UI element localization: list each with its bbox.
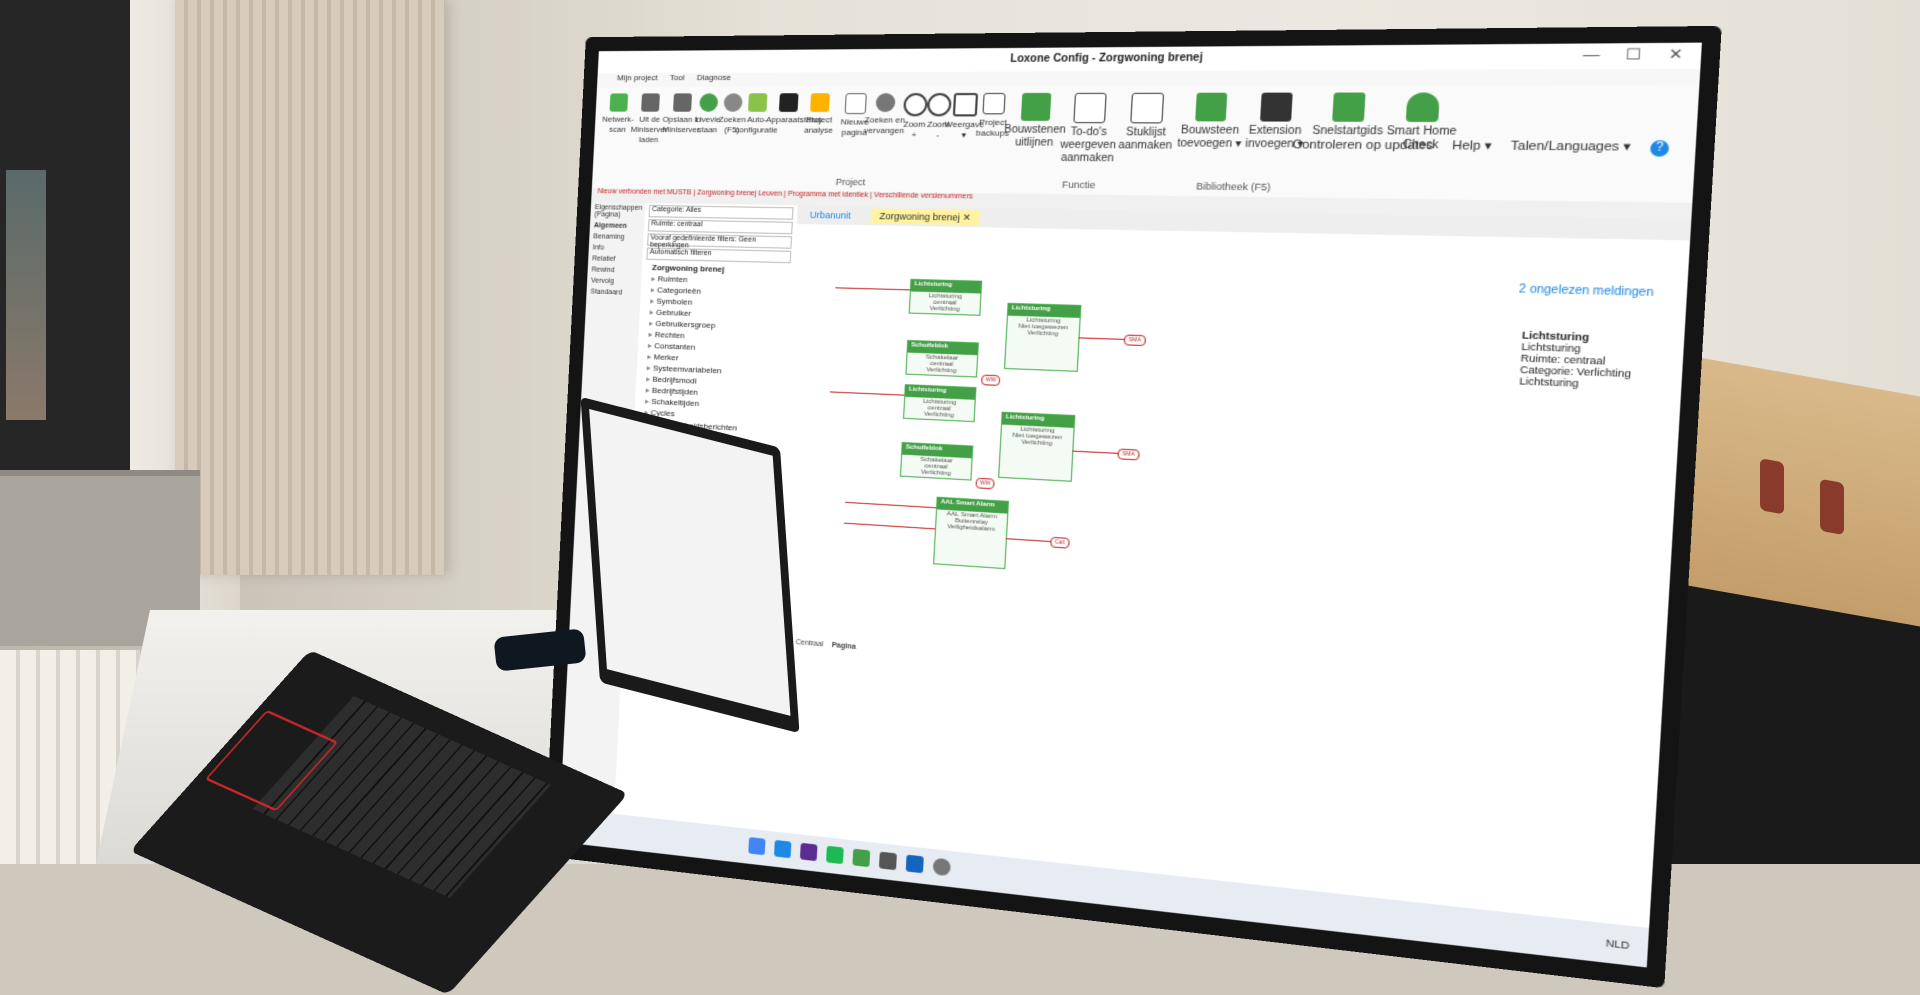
house-check-icon [1406,92,1440,122]
block-properties: Lichtsturing Lichtsturing Ruimte: centra… [1519,329,1666,392]
categorie-field[interactable]: Categorie: Alles [649,205,794,220]
help-icon[interactable]: ? [1650,140,1670,157]
help-menu[interactable]: Help ▾ [1452,139,1492,153]
project-tree: Zorgwoning brenej Ruimten Categorieën Sy… [634,262,795,436]
notification-item[interactable]: Verschillende versienummers [874,192,973,201]
menu-mijn-project[interactable]: Mijn project [617,73,658,82]
laptop-screen [580,397,799,734]
menu-tool[interactable]: Tool [669,73,684,82]
system-tray: NLD [1605,937,1629,951]
network-icon [610,93,629,111]
group-functie: Functie [1062,179,1096,190]
maximize-button[interactable]: ☐ [1613,45,1654,66]
minimize-button[interactable]: — [1571,46,1611,67]
block-icon [1195,93,1227,122]
wire [1078,337,1124,340]
teams-icon[interactable] [800,843,818,861]
auto-filter-checkbox[interactable]: Automatisch filteren [646,248,791,264]
window-glass [6,170,46,420]
close-button[interactable]: ✕ [1655,45,1696,66]
function-block[interactable]: Lichtsturing Lichtsturing centraal Verlic… [909,279,983,316]
wire [844,523,935,530]
wire [1006,538,1051,542]
function-block[interactable]: AAL Smart Alarm AAL Smart Alarm Buitenrel… [933,497,1009,569]
function-block[interactable]: Schuifeblok Schakelaar centraal Verlichti… [900,442,973,481]
checklist-icon [1073,93,1106,123]
page-tab[interactable]: Centraal [795,639,823,648]
wire [845,502,936,508]
box-handle-hole [1760,458,1784,514]
group-project: Project [835,177,865,188]
window-title: Loxone Config - Zorgwoning brenej [927,51,1292,65]
spotify-icon[interactable] [826,846,844,864]
vertical-blind [175,0,445,575]
box-handle-hole [1820,479,1844,535]
analysis-icon [810,93,830,112]
function-block[interactable]: Lichtsturing Lichtsturing centraal Verlic… [903,384,977,422]
extension-icon [1260,93,1293,122]
wire [830,391,904,395]
notification-item[interactable]: Zorgwoning brenej Leuven [697,189,782,197]
close-tab-icon[interactable]: ✕ [962,212,971,223]
function-block[interactable]: Lichtsturing Lichtsturing Niet toegewezen… [998,412,1075,482]
wire [1072,451,1117,454]
download-icon [641,93,660,111]
backup-icon [982,93,1005,114]
page-tabs: Centraal Pagina [795,639,856,651]
edge-icon[interactable] [774,840,791,858]
book-icon [1332,93,1365,122]
wand-icon [748,93,767,112]
top-right-links: Controleren op updates Help ▾ Talen/Lang… [1278,137,1670,157]
filter-field[interactable]: Vooraf gedefinieerde filters: Geen beper… [647,233,792,248]
notification-item[interactable]: Programma met identiek [788,191,868,199]
tab-urbanunit[interactable]: Urbanunit [801,207,860,223]
output-tag[interactable]: Cali [1050,537,1069,549]
parts-list-button[interactable]: Stuklijst aanmaken [1111,93,1181,153]
panel-item[interactable]: Eigenschappen (Pagina) [590,202,645,221]
chrome-icon[interactable] [748,837,765,855]
laptop-display [589,409,790,716]
app-icon[interactable] [879,852,897,871]
ribbon: Netwerk- scan Uit de Miniserver laden Op… [592,85,1700,204]
output-tag[interactable]: SMA [1124,335,1146,347]
group-bibliotheek: Bibliotheek (F5) [1196,181,1271,193]
align-icon [1021,93,1052,121]
language-indicator[interactable]: NLD [1605,937,1629,951]
check-updates-link[interactable]: Controleren op updates [1292,138,1434,152]
menu-diagnose[interactable]: Diagnose [697,73,732,82]
languages-menu[interactable]: Talen/Languages ▾ [1510,139,1631,154]
function-block[interactable]: Lichtsturing Lichtsturing Niet toegewezen… [1004,303,1081,372]
tab-zorgwoning[interactable]: Zorgwoning brenej ✕ [871,209,981,226]
panel-item[interactable]: Standaard [586,286,641,299]
loxone-icon[interactable] [852,849,870,868]
window-frame [0,0,130,480]
notification-item[interactable]: Nieuw verbonden met MUSTB [597,188,691,196]
output-tag[interactable]: WW [975,478,995,490]
function-block[interactable]: Schuifeblok Schakelaar centraal Verlichti… [905,340,979,378]
output-tag[interactable]: WW [981,375,1001,386]
settings-icon[interactable] [933,858,951,877]
quickstart-button[interactable]: Snelstartgids [1312,93,1385,139]
unread-warnings-link[interactable]: 2 ongelezen meldingen [1519,283,1654,299]
ruimte-field[interactable]: Ruimte: centraal [648,219,793,234]
output-tag[interactable]: SMA [1117,449,1139,461]
add-block-button[interactable]: Bouwsteen toevoegen ▾ [1175,93,1246,152]
page-tab[interactable]: Pagina [831,642,856,651]
device-icon [779,93,799,112]
wire [835,287,910,290]
list-icon [1130,93,1164,124]
